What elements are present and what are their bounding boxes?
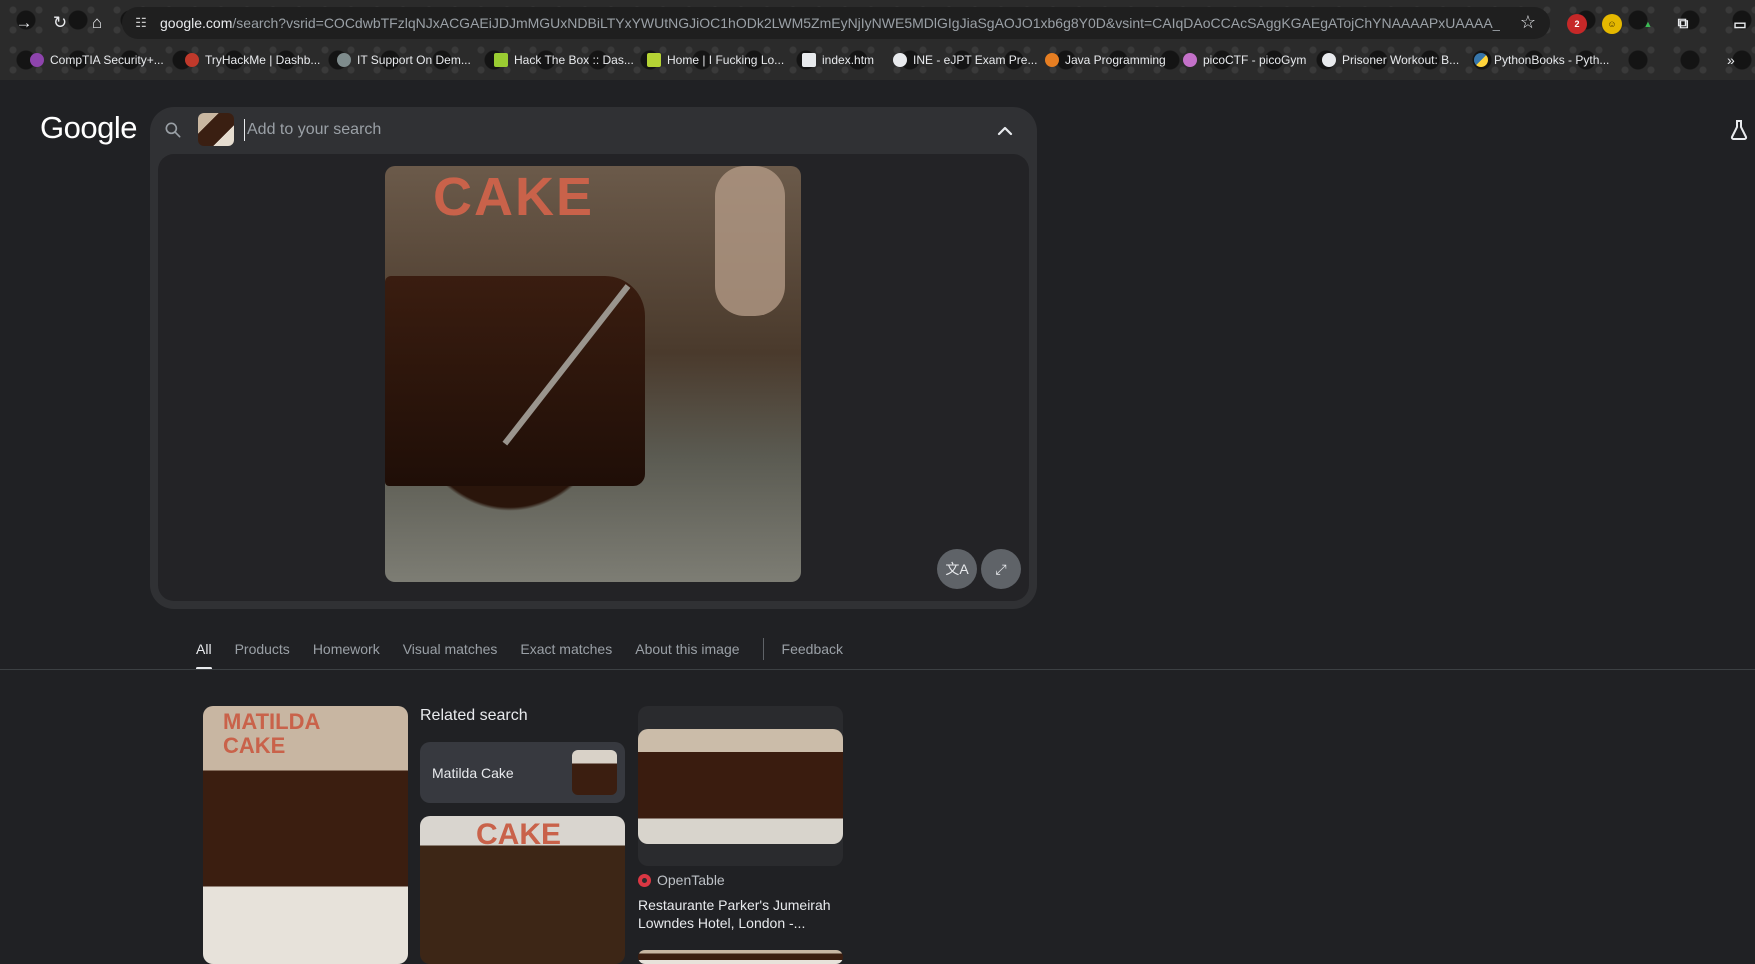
url-path: /search?vsrid=COCdwbTFzlqNJxACGAEiJDJmMG…	[232, 15, 1500, 31]
result-card-image[interactable]	[638, 729, 843, 844]
bookmark-item[interactable]: CompTIA Security+...	[30, 51, 164, 69]
tab-visual-matches[interactable]: Visual matches	[403, 636, 498, 670]
bookmark-label: PythonBooks - Pyth...	[1494, 53, 1610, 67]
google-logo[interactable]: Google	[40, 110, 137, 146]
opentable-icon	[638, 873, 651, 887]
bookmark-favicon-icon	[185, 53, 199, 67]
bookmark-star-icon[interactable]: ☆	[1520, 12, 1536, 33]
bookmark-item[interactable]: Prisoner Workout: B...	[1322, 51, 1459, 69]
expand-icon[interactable]: ⤢	[981, 549, 1021, 589]
bookmark-item[interactable]: picoCTF - picoGym	[1183, 51, 1306, 69]
result-card[interactable]	[638, 706, 843, 866]
query-image[interactable]: CAKE	[385, 166, 801, 582]
bookmarks-bar: CompTIA Security+... TryHackMe | Dashb..…	[0, 46, 1755, 74]
extension-leaf-icon[interactable]: ▲	[1638, 14, 1658, 34]
bookmark-favicon-icon	[1183, 53, 1197, 67]
image-hand	[715, 166, 785, 316]
image-label-text: MATILDA CAKE	[223, 709, 320, 758]
tab-about-this-image[interactable]: About this image	[635, 636, 739, 670]
bookmark-favicon-icon	[802, 53, 816, 67]
tab-all[interactable]: All	[196, 636, 212, 670]
bookmark-item[interactable]: INE - eJPT Exam Pre...	[893, 51, 1037, 69]
bookmark-label: Java Programming	[1065, 53, 1166, 67]
bookmark-item[interactable]: index.htm	[802, 51, 874, 69]
site-info-icon[interactable]: ☷	[132, 14, 150, 32]
bookmark-label: Home | I Fucking Lo...	[667, 53, 785, 67]
bookmark-label: Prisoner Workout: B...	[1342, 53, 1460, 67]
tab-homework[interactable]: Homework	[313, 636, 380, 670]
bookmark-item[interactable]: IT Support On Dem...	[337, 51, 471, 69]
bookmark-label: TryHackMe | Dashb...	[205, 53, 321, 67]
python-icon	[1474, 53, 1488, 67]
results-tabs: All Products Homework Visual matches Exa…	[196, 636, 866, 670]
globe-icon	[1322, 53, 1336, 67]
home-icon[interactable]: ⌂	[84, 10, 110, 36]
chevron-up-icon[interactable]	[993, 119, 1017, 143]
labs-flask-icon[interactable]	[1727, 118, 1751, 142]
bookmark-favicon-icon	[647, 53, 661, 67]
bookmark-item[interactable]: Java Programming	[1045, 51, 1166, 69]
bookmark-label: index.htm	[822, 53, 875, 67]
bookmark-item[interactable]: PythonBooks - Pyth...	[1474, 51, 1609, 69]
search-icon	[165, 122, 181, 138]
bookmark-label: picoCTF - picoGym	[1203, 53, 1307, 67]
visual-match-image[interactable]	[638, 950, 843, 964]
bookmark-favicon-icon	[494, 53, 508, 67]
result-title[interactable]: Restaurante Parker's Jumeirah Lowndes Ho…	[638, 896, 848, 932]
result-source[interactable]: OpenTable	[638, 872, 725, 888]
bookmark-item[interactable]: Home | I Fucking Lo...	[647, 51, 784, 69]
lens-search-panel: CAKE 文A ⤢	[150, 107, 1037, 609]
tab-feedback[interactable]: Feedback	[782, 636, 843, 670]
query-image-thumbnail[interactable]	[198, 113, 234, 146]
extension-badge: 2	[1574, 19, 1580, 29]
extension-adblock-icon[interactable]: 2	[1567, 14, 1587, 34]
image-label-text: CAKE	[476, 818, 562, 851]
image-label-text: CAKE	[433, 167, 595, 227]
bookmarks-overflow-icon[interactable]: »	[1727, 51, 1735, 69]
visual-match-image[interactable]: CAKE	[420, 816, 625, 964]
address-bar[interactable]: ☷ google.com/search?vsrid=COCdwbTFzlqNJx…	[122, 7, 1550, 39]
forward-icon[interactable]: →	[11, 10, 37, 36]
bookmark-favicon-icon	[337, 53, 351, 67]
tab-divider	[762, 638, 764, 660]
bookmark-item[interactable]: TryHackMe | Dashb...	[185, 51, 320, 69]
related-search-title: Related search	[420, 707, 528, 724]
search-input[interactable]	[244, 119, 944, 141]
bookmark-favicon-icon	[1045, 53, 1059, 67]
translate-icon[interactable]: 文A	[937, 549, 977, 589]
bookmark-label: CompTIA Security+...	[50, 53, 164, 67]
url-text[interactable]: google.com/search?vsrid=COCdwbTFzlqNJxAC…	[160, 15, 1500, 31]
side-panel-icon[interactable]: ▭	[1730, 14, 1750, 34]
bookmark-label: Hack The Box :: Das...	[514, 53, 634, 67]
url-host: google.com	[160, 15, 233, 31]
related-search-thumbnail	[572, 750, 617, 795]
search-row	[150, 107, 1037, 153]
tab-exact-matches[interactable]: Exact matches	[520, 636, 612, 670]
bookmark-favicon-icon	[30, 53, 44, 67]
related-search-chip[interactable]: Matilda Cake	[420, 742, 625, 803]
visual-match-image[interactable]: MATILDA CAKE	[203, 706, 408, 964]
query-image-area: CAKE 文A ⤢	[158, 154, 1029, 601]
extension-smiley-icon[interactable]: ☺	[1602, 14, 1622, 34]
bookmark-label: INE - eJPT Exam Pre...	[913, 53, 1038, 67]
source-name: OpenTable	[657, 872, 725, 888]
reload-icon[interactable]: ↻	[47, 10, 73, 36]
related-search-label: Matilda Cake	[432, 765, 514, 781]
bookmark-label: IT Support On Dem...	[357, 53, 471, 67]
bookmark-item[interactable]: Hack The Box :: Das...	[494, 51, 634, 69]
extensions-puzzle-icon[interactable]: ⧉	[1673, 14, 1693, 34]
tab-products[interactable]: Products	[235, 636, 290, 670]
globe-icon	[893, 53, 907, 67]
tabs-divider	[0, 669, 1755, 670]
browser-chrome: → ↻ ⌂ ☷ google.com/search?vsrid=COCdwbTF…	[0, 0, 1755, 80]
address-row: → ↻ ⌂ ☷ google.com/search?vsrid=COCdwbTF…	[0, 4, 1755, 42]
